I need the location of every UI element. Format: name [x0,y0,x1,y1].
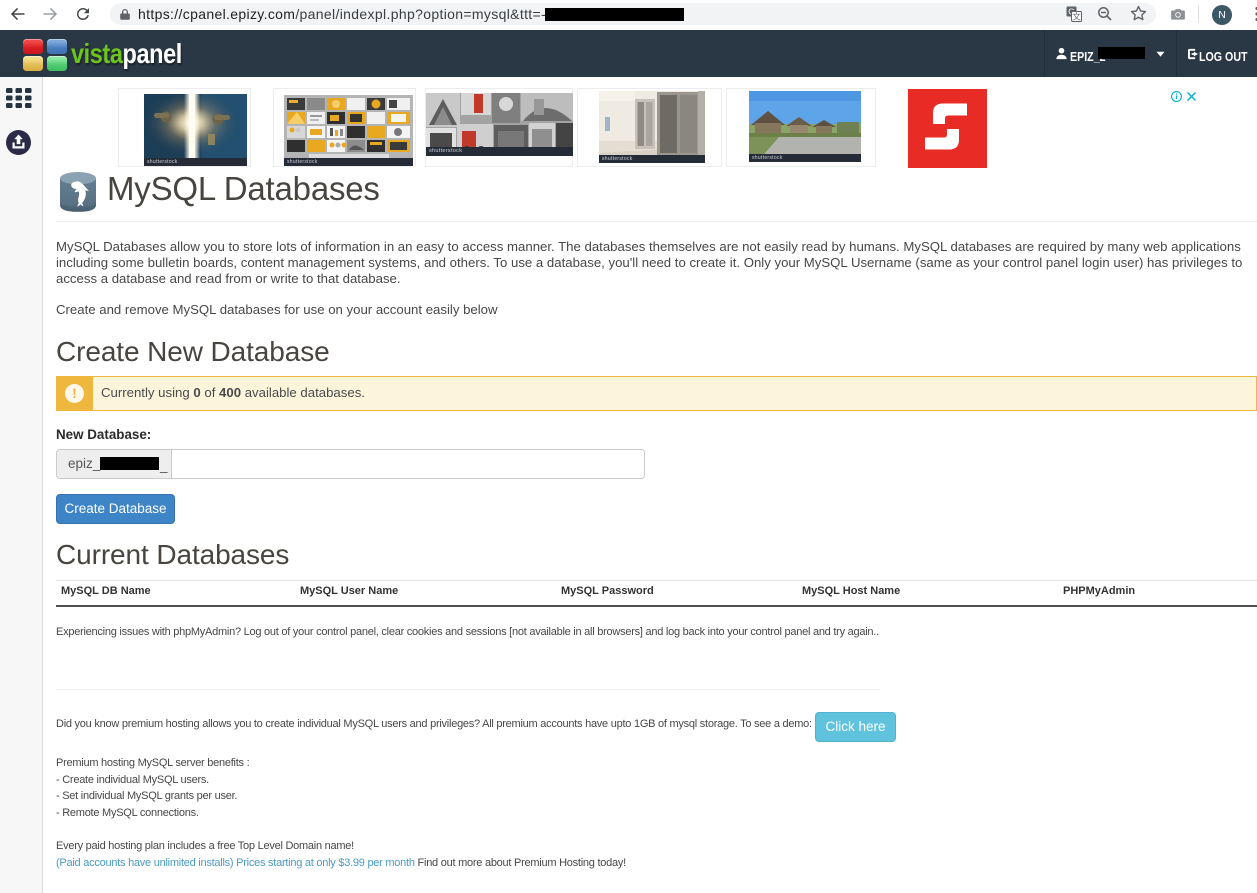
svg-text:文: 文 [1072,12,1081,22]
